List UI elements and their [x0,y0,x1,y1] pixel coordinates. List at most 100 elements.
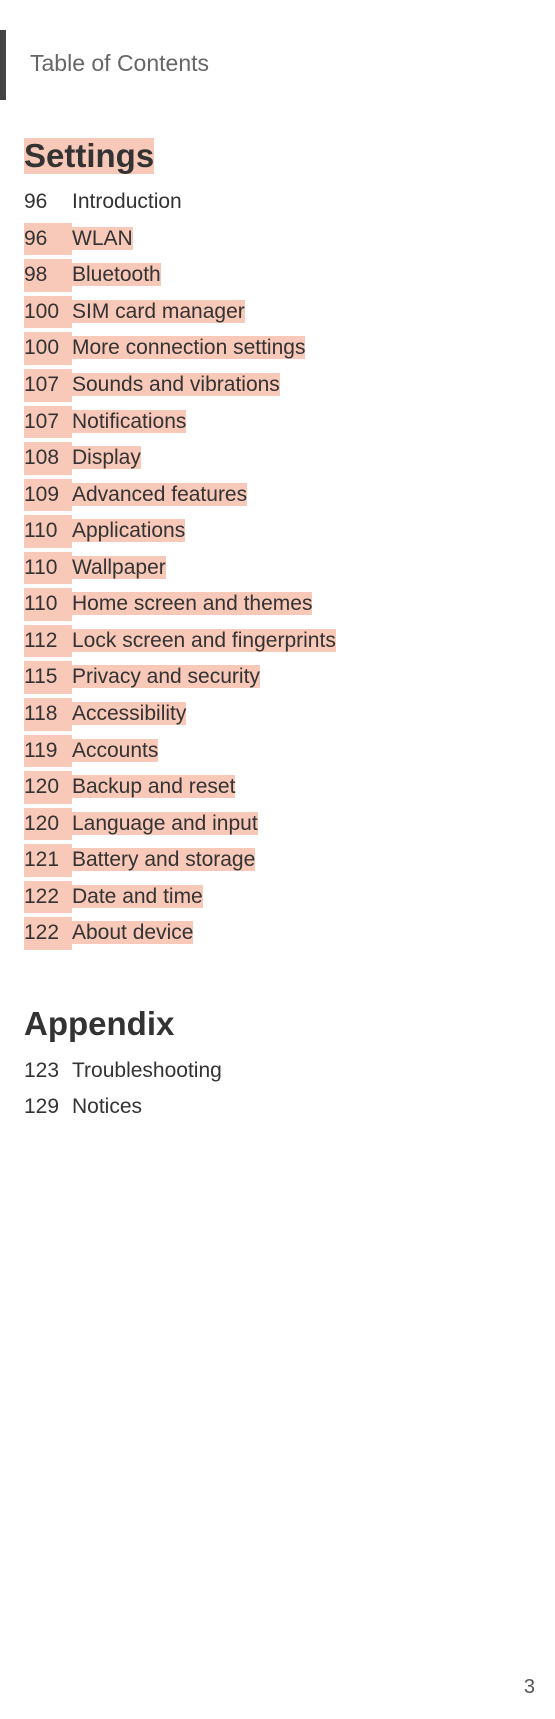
toc-entry[interactable]: 118Accessibility [24,698,524,731]
toc-entry-page: 129 [24,1091,72,1124]
toc-entry[interactable]: 110Wallpaper [24,552,524,585]
toc-entry[interactable]: 120Language and input [24,808,524,841]
toc-section: Settings96Introduction96WLAN98Bluetooth1… [24,130,524,950]
toc-entry-title-wrap: Privacy and security [72,661,260,694]
toc-entry-title: Applications [72,519,185,542]
toc-entry-title: Accessibility [72,702,186,725]
toc-entry-title-wrap: Wallpaper [72,552,166,585]
toc-entry-title: Date and time [72,885,203,908]
toc-entry-title-wrap: Bluetooth [72,259,161,292]
toc-entry-title: About device [72,921,193,944]
toc-content: Settings96Introduction96WLAN98Bluetooth1… [24,130,524,1179]
toc-entry-page: 112 [24,625,72,658]
toc-entry-title-wrap: Advanced features [72,479,247,512]
toc-entry-title: Lock screen and fingerprints [72,629,336,652]
toc-entry[interactable]: 120Backup and reset [24,771,524,804]
toc-entry[interactable]: 100SIM card manager [24,296,524,329]
toc-entry-title-wrap: SIM card manager [72,296,245,329]
toc-entry-page: 109 [24,479,72,512]
toc-entry-title: Accounts [72,739,158,762]
toc-entry[interactable]: 123Troubleshooting [24,1055,524,1088]
toc-entry-page: 115 [24,661,72,694]
toc-entry-page: 96 [24,223,72,256]
section-heading[interactable]: Settings [24,138,154,174]
toc-entry-title-wrap: Lock screen and fingerprints [72,625,336,658]
toc-entry-title: WLAN [72,227,133,250]
toc-entry-page: 107 [24,406,72,439]
toc-entry-title: Troubleshooting [72,1059,222,1082]
page-header-title: Table of Contents [30,50,209,77]
toc-entry[interactable]: 119Accounts [24,735,524,768]
toc-entry-title-wrap: Troubleshooting [72,1055,222,1088]
toc-entry-title: SIM card manager [72,300,245,323]
toc-entry-title-wrap: Applications [72,515,185,548]
toc-entry[interactable]: 112Lock screen and fingerprints [24,625,524,658]
toc-entry-page: 123 [24,1055,72,1088]
toc-entry[interactable]: 121Battery and storage [24,844,524,877]
toc-entry-title: Display [72,446,141,469]
toc-entry-title: More connection settings [72,336,305,359]
toc-entry-page: 100 [24,296,72,329]
toc-entry-title-wrap: About device [72,917,193,950]
toc-entry-title: Advanced features [72,483,247,506]
toc-section: Appendix123Troubleshooting129Notices [24,1005,524,1124]
toc-entry-title: Bluetooth [72,263,161,286]
toc-entry-page: 110 [24,515,72,548]
toc-entry-page: 118 [24,698,72,731]
toc-entry-title-wrap: Display [72,442,141,475]
toc-entry-title: Wallpaper [72,556,166,579]
toc-entry-title: Notices [72,1095,142,1118]
toc-entry-title-wrap: Introduction [72,186,182,219]
toc-entry[interactable]: 107Sounds and vibrations [24,369,524,402]
toc-entry[interactable]: 98Bluetooth [24,259,524,292]
toc-entry-title: Sounds and vibrations [72,373,280,396]
toc-entry[interactable]: 122About device [24,917,524,950]
toc-entry-page: 107 [24,369,72,402]
toc-entry[interactable]: 122Date and time [24,881,524,914]
toc-entry-title-wrap: Accessibility [72,698,186,731]
toc-entry-title: Backup and reset [72,775,235,798]
toc-entry-title-wrap: Date and time [72,881,203,914]
toc-entry-page: 108 [24,442,72,475]
toc-entry[interactable]: 129Notices [24,1091,524,1124]
toc-entry[interactable]: 107Notifications [24,406,524,439]
toc-entry-title-wrap: WLAN [72,223,133,256]
toc-entry-page: 100 [24,332,72,365]
toc-entry-page: 119 [24,735,72,768]
toc-entry-title-wrap: Battery and storage [72,844,255,877]
toc-entry-page: 120 [24,808,72,841]
toc-entry-title-wrap: Sounds and vibrations [72,369,280,402]
toc-entry-page: 98 [24,259,72,292]
toc-entry-page: 120 [24,771,72,804]
toc-entry-title: Notifications [72,410,186,433]
section-heading[interactable]: Appendix [24,1005,524,1043]
toc-entry-title: Privacy and security [72,665,260,688]
toc-entry-page: 121 [24,844,72,877]
toc-entry[interactable]: 115Privacy and security [24,661,524,694]
toc-entry[interactable]: 100More connection settings [24,332,524,365]
toc-entry[interactable]: 110Applications [24,515,524,548]
toc-entry-title: Language and input [72,812,258,835]
toc-entry-title-wrap: More connection settings [72,332,305,365]
header-accent-bar [0,30,6,100]
toc-entry[interactable]: 108Display [24,442,524,475]
toc-entry-title: Introduction [72,190,182,213]
toc-entry-title-wrap: Notices [72,1091,142,1124]
toc-entry[interactable]: 109Advanced features [24,479,524,512]
toc-entry[interactable]: 110Home screen and themes [24,588,524,621]
toc-entry-title-wrap: Backup and reset [72,771,235,804]
toc-entry-title-wrap: Home screen and themes [72,588,312,621]
toc-entry-title-wrap: Notifications [72,406,186,439]
toc-entry-page: 122 [24,881,72,914]
toc-entry-title-wrap: Accounts [72,735,158,768]
toc-entry[interactable]: 96WLAN [24,223,524,256]
toc-entry-page: 110 [24,552,72,585]
toc-entry-title: Battery and storage [72,848,255,871]
toc-entry-page: 110 [24,588,72,621]
toc-entry-title: Home screen and themes [72,592,312,615]
toc-entry-page: 122 [24,917,72,950]
page-number: 3 [524,1676,535,1699]
toc-entry[interactable]: 96Introduction [24,186,524,219]
toc-entry-page: 96 [24,186,72,219]
toc-entry-title-wrap: Language and input [72,808,258,841]
